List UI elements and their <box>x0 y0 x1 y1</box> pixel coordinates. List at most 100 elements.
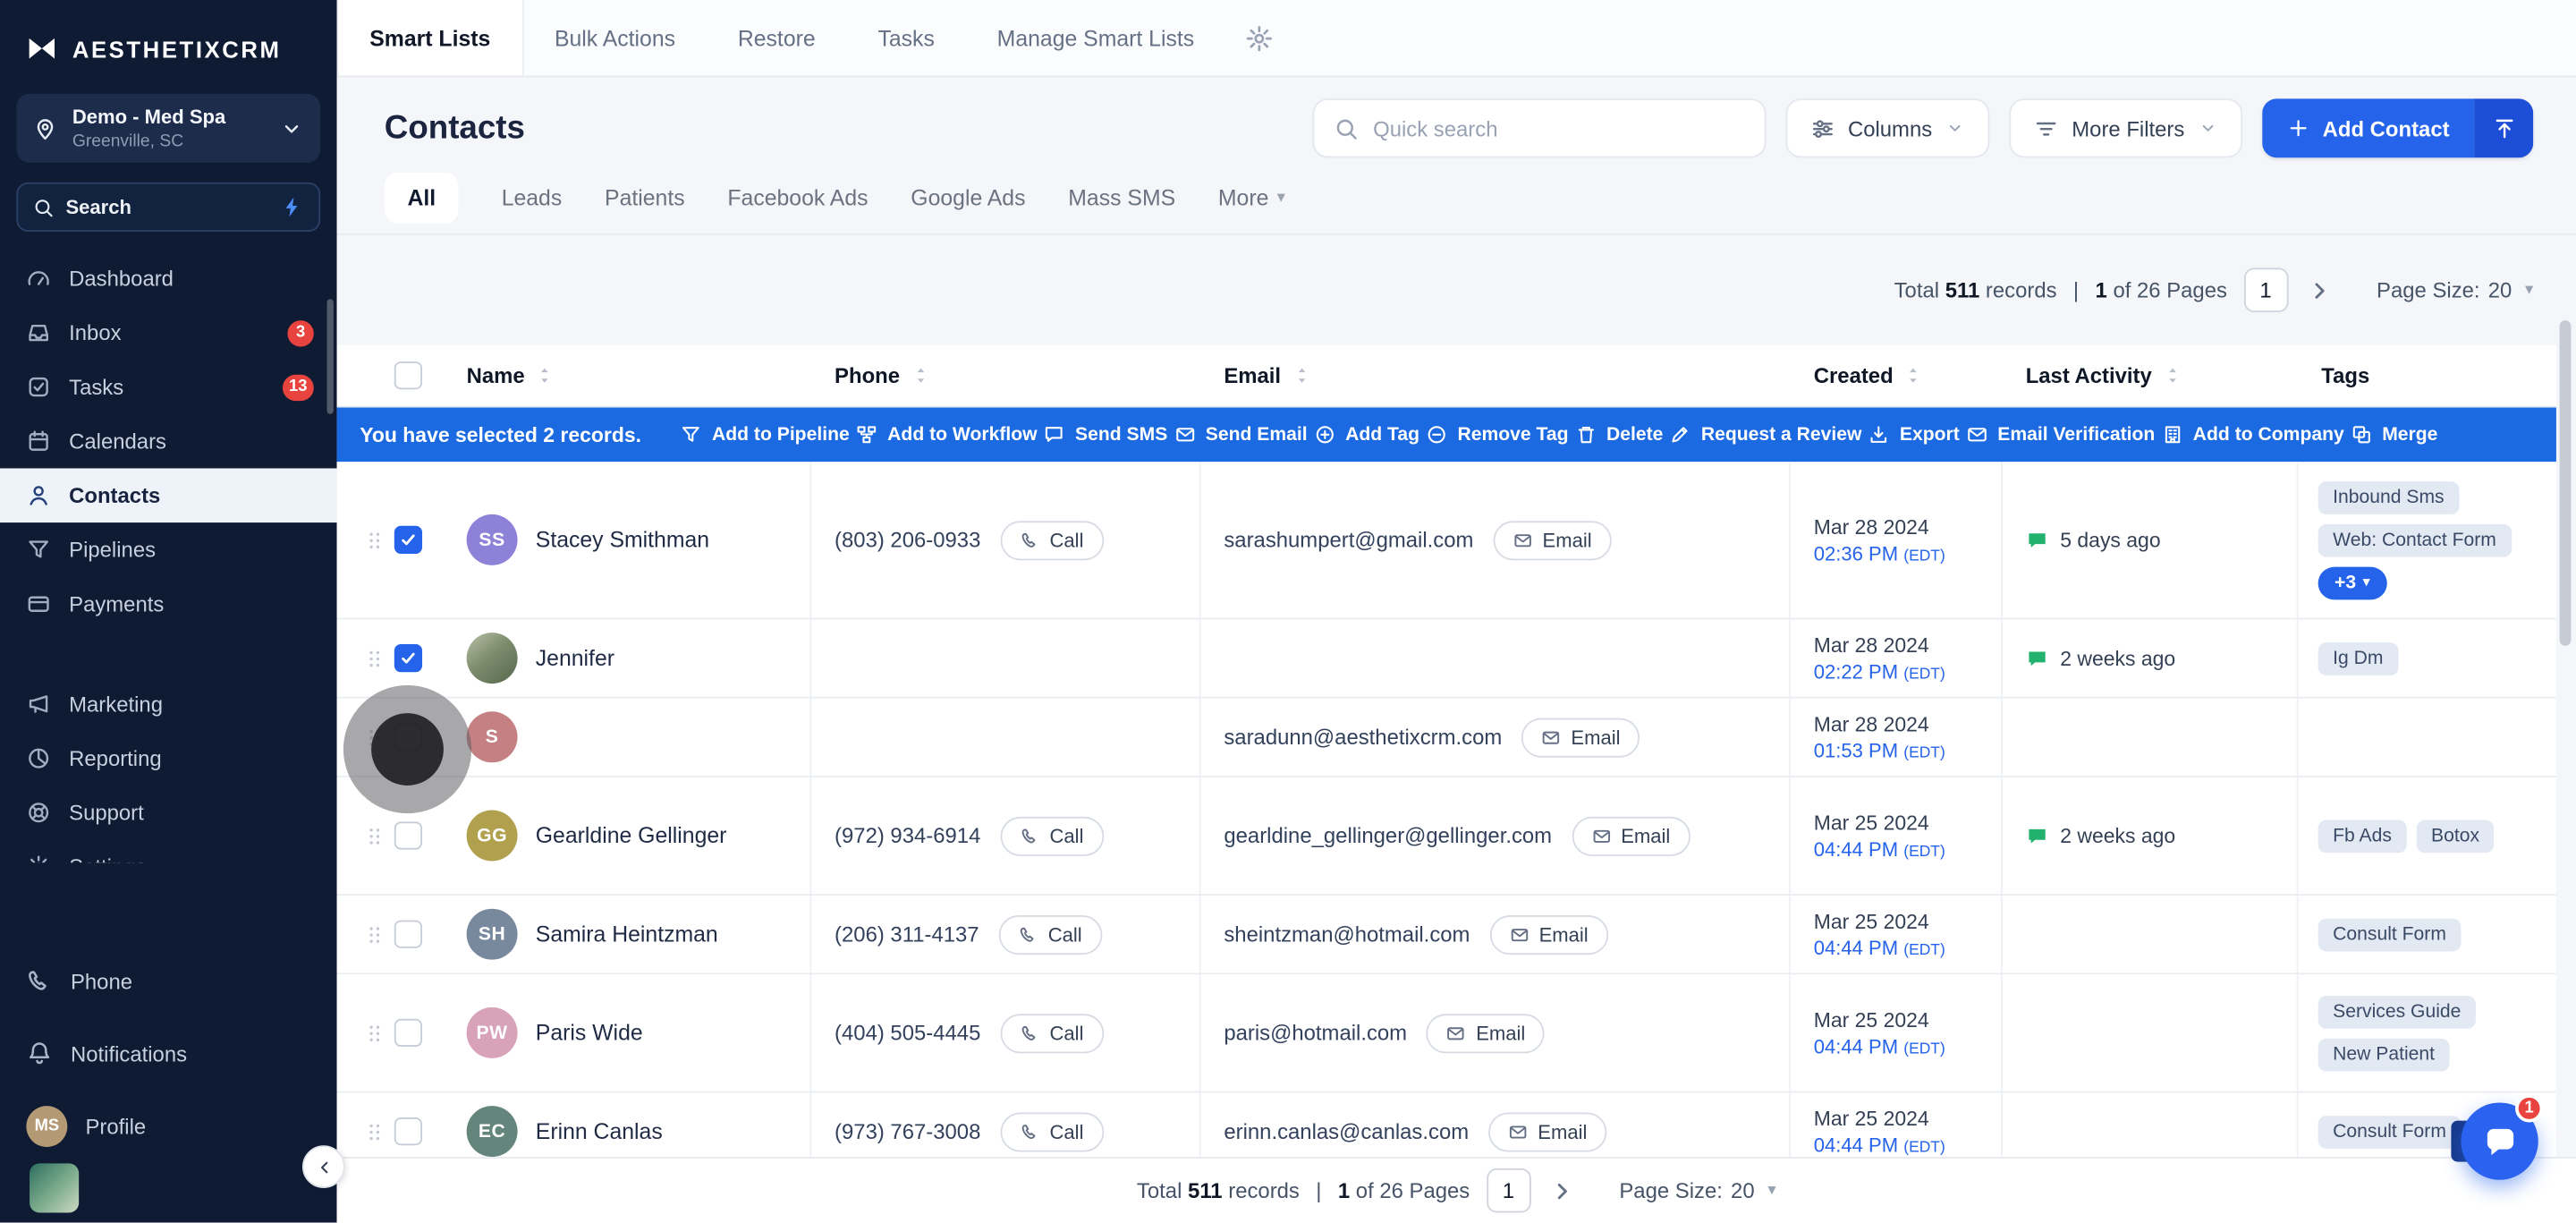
chat-launcher-button[interactable]: 1 <box>2461 1102 2538 1179</box>
tag-pill[interactable]: Consult Form <box>2318 1115 2462 1148</box>
drag-handle-icon[interactable] <box>363 641 386 675</box>
tab-manage-smart-lists[interactable]: Manage Smart Lists <box>966 0 1225 75</box>
call-button[interactable]: Call <box>999 914 1102 954</box>
next-page-button[interactable] <box>2304 276 2334 305</box>
drag-handle-icon[interactable] <box>363 1016 386 1049</box>
tag-pill[interactable]: Services Guide <box>2318 995 2476 1028</box>
selection-action-delete[interactable]: Delete <box>1575 424 1663 446</box>
selection-action-add-tag[interactable]: Add Tag <box>1314 424 1419 446</box>
sidebar-item-support[interactable]: Support <box>0 786 337 840</box>
page-size-select[interactable]: Page Size: 20▾ <box>2377 277 2533 302</box>
vertical-scrollbar-thumb[interactable] <box>2560 320 2572 646</box>
sidebar-item-inbox[interactable]: Inbox3 <box>0 306 337 361</box>
email-button[interactable]: Email <box>1493 520 1611 559</box>
tab-bulk-actions[interactable]: Bulk Actions <box>523 0 707 75</box>
tag-pill[interactable]: New Patient <box>2318 1038 2450 1071</box>
selection-action-remove-tag[interactable]: Remove Tag <box>1427 424 1569 446</box>
call-button[interactable]: Call <box>1000 1013 1103 1052</box>
sidebar-item-reporting[interactable]: Reporting <box>0 731 337 786</box>
quick-search-input[interactable] <box>1373 115 1744 140</box>
import-contacts-button[interactable] <box>2474 98 2533 157</box>
tag-pill[interactable]: Inbound Sms <box>2318 480 2460 514</box>
sidebar-search[interactable]: Search <box>16 183 320 232</box>
sort-icon[interactable] <box>910 365 931 386</box>
sidebar-item-dashboard[interactable]: Dashboard <box>0 251 337 306</box>
row-checkbox[interactable] <box>394 526 422 554</box>
created-timezone: (EDT) <box>1903 1040 1945 1057</box>
call-button[interactable]: Call <box>1000 816 1103 855</box>
selection-action-merge[interactable]: Merge <box>2351 424 2437 446</box>
page-number-input[interactable]: 1 <box>2243 268 2288 312</box>
call-button[interactable]: Call <box>1000 520 1103 559</box>
location-selector[interactable]: Demo - Med Spa Greenville, SC <box>16 94 320 163</box>
more-tags-button[interactable]: +3▾ <box>2318 566 2387 599</box>
sort-icon[interactable] <box>2162 365 2183 386</box>
drag-handle-icon[interactable] <box>363 1115 386 1148</box>
sidebar-item-profile[interactable]: MSProfile <box>0 1094 337 1157</box>
filter-tab-more[interactable]: More▾ <box>1218 186 1285 211</box>
drag-handle-icon[interactable] <box>363 720 386 753</box>
email-button[interactable]: Email <box>1488 1112 1606 1151</box>
email-button[interactable]: Email <box>1521 718 1640 757</box>
row-checkbox[interactable] <box>394 644 422 672</box>
row-checkbox[interactable] <box>394 723 422 751</box>
row-checkbox[interactable] <box>394 921 422 948</box>
sidebar-item-marketing[interactable]: Marketing <box>0 677 337 732</box>
next-page-button[interactable] <box>1547 1176 1577 1205</box>
tag-pill[interactable]: Web: Contact Form <box>2318 523 2512 556</box>
selection-action-add-to-company[interactable]: Add to Company <box>2162 424 2344 446</box>
sidebar-item-pipelines[interactable]: Pipelines <box>0 522 337 577</box>
main-content: Contacts Columns More Filters Add Contac… <box>337 77 2576 1222</box>
page-number-input[interactable]: 1 <box>1487 1168 1531 1213</box>
selection-action-send-sms[interactable]: Send SMS <box>1044 424 1167 446</box>
filter-tab-patients[interactable]: Patients <box>605 186 685 211</box>
brand[interactable]: AESTHETIXCRM <box>0 0 337 90</box>
tag-pill[interactable]: Fb Ads <box>2318 820 2407 853</box>
sidebar-item-phone[interactable]: Phone <box>0 950 337 1013</box>
sidebar-item-payments[interactable]: Payments <box>0 577 337 632</box>
sidebar-item-notifications[interactable]: Notifications <box>0 1022 337 1084</box>
row-checkbox[interactable] <box>394 1117 422 1145</box>
email-button[interactable]: Email <box>1427 1013 1545 1052</box>
selection-action-add-to-workflow[interactable]: Add to Workflow <box>856 424 1037 446</box>
email-button[interactable]: Email <box>1489 914 1607 954</box>
filter-tab-all[interactable]: All <box>385 173 459 224</box>
tab-smart-lists[interactable]: Smart Lists <box>337 0 524 75</box>
selection-action-send-email[interactable]: Send Email <box>1174 424 1308 446</box>
add-contact-button[interactable]: Add Contact <box>2262 98 2474 157</box>
sort-icon[interactable] <box>1291 365 1312 386</box>
selection-action-add-to-pipeline[interactable]: Add to Pipeline <box>681 424 850 446</box>
tag-pill[interactable]: Consult Form <box>2318 918 2462 951</box>
tag-pill[interactable]: Botox <box>2416 820 2494 853</box>
row-checkbox[interactable] <box>394 1019 422 1047</box>
smart-lists-settings-gear-icon[interactable] <box>1245 24 1273 52</box>
filter-tab-google-ads[interactable]: Google Ads <box>911 186 1025 211</box>
email-button[interactable]: Email <box>1572 816 1690 855</box>
filter-tab-mass-sms[interactable]: Mass SMS <box>1068 186 1175 211</box>
drag-handle-icon[interactable] <box>363 523 386 556</box>
drag-handle-icon[interactable] <box>363 820 386 853</box>
tab-restore[interactable]: Restore <box>707 0 847 75</box>
sidebar-item-settings[interactable]: Settings <box>0 840 337 863</box>
filter-tab-facebook-ads[interactable]: Facebook Ads <box>727 186 868 211</box>
sidebar-item-calendars[interactable]: Calendars <box>0 414 337 469</box>
tag-pill[interactable]: Ig Dm <box>2318 641 2398 675</box>
tab-tasks[interactable]: Tasks <box>847 0 966 75</box>
selection-action-email-verification[interactable]: Email Verification <box>1966 424 2155 446</box>
sidebar-collapse-button[interactable] <box>302 1145 345 1188</box>
sort-icon[interactable] <box>535 365 556 386</box>
selection-action-export[interactable]: Export <box>1868 424 1960 446</box>
sidebar-item-tasks[interactable]: Tasks13 <box>0 360 337 414</box>
sidebar-item-contacts[interactable]: Contacts <box>0 468 337 522</box>
sort-icon[interactable] <box>1903 365 1925 386</box>
row-checkbox[interactable] <box>394 821 422 849</box>
select-all-checkbox[interactable] <box>394 361 422 389</box>
sidebar-scrollbar-thumb[interactable] <box>327 299 334 414</box>
filter-tab-leads[interactable]: Leads <box>502 186 563 211</box>
columns-button[interactable]: Columns <box>1785 98 1989 157</box>
call-button[interactable]: Call <box>1000 1112 1103 1151</box>
drag-handle-icon[interactable] <box>363 918 386 951</box>
page-size-select[interactable]: Page Size: 20▾ <box>1619 1178 1775 1203</box>
selection-action-request-a-review[interactable]: Request a Review <box>1670 424 1862 446</box>
more-filters-button[interactable]: More Filters <box>2009 98 2241 157</box>
